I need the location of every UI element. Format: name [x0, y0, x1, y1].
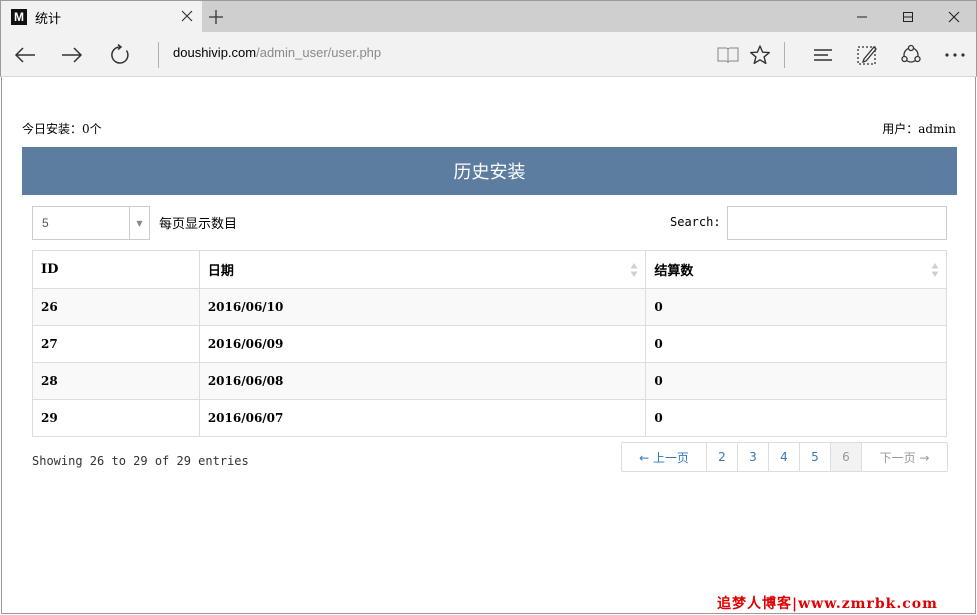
column-header-label: ID [41, 262, 59, 277]
current-user: 用户：admin [882, 120, 956, 137]
favorite-button[interactable] [746, 41, 774, 69]
search-input[interactable] [727, 206, 947, 240]
reading-view-button[interactable] [714, 41, 742, 69]
watermark: 追梦人博客|www.zmrbk.com [717, 596, 938, 612]
column-header-settlement[interactable]: 结算数 [645, 250, 947, 289]
star-icon [750, 45, 770, 65]
table-row: 26 2016/06/10 0 [32, 288, 947, 326]
cell-id: 26 [32, 288, 200, 326]
user-value: admin [918, 122, 956, 136]
page-button-5[interactable]: 5 [800, 443, 831, 471]
page-button-3[interactable]: 3 [738, 443, 769, 471]
cell-settlement: 0 [645, 288, 947, 326]
tab-title: 统计 [35, 11, 62, 27]
cell-id: 29 [32, 399, 200, 437]
today-installs: 今日安装：0个 [22, 120, 102, 137]
cell-date: 2016/06/07 [198, 399, 647, 437]
refresh-icon [111, 44, 129, 64]
minimize-window-icon [857, 16, 867, 18]
cell-settlement: 0 [645, 399, 947, 437]
maximize-window-button[interactable] [885, 1, 931, 33]
share-button[interactable] [897, 41, 925, 69]
pagination: ← 上一页 2 3 4 5 6 下一页 → [621, 442, 948, 472]
share-icon [901, 44, 921, 63]
cell-id: 27 [32, 325, 200, 363]
page-length-select[interactable]: 5 ▼ [32, 206, 150, 240]
column-header-label: 日期 [207, 264, 234, 279]
hub-lines-icon [814, 49, 832, 61]
cell-date: 2016/06/09 [198, 325, 647, 363]
close-window-button[interactable] [931, 1, 977, 33]
column-header-date[interactable]: 日期 [198, 250, 647, 289]
sort-icon [931, 263, 939, 277]
forward-button[interactable] [58, 41, 86, 69]
column-header-label: 结算数 [654, 264, 694, 279]
history-table: ID 日期 结算数 26 2016/06/10 0 27 2016/06/09 … [32, 250, 947, 437]
chevron-down-icon: ▼ [129, 207, 149, 239]
page-button-4[interactable]: 4 [769, 443, 800, 471]
close-tab-icon[interactable] [180, 9, 194, 23]
page-length-value: 5 [42, 216, 49, 230]
arrow-right-icon [62, 47, 83, 63]
arrow-left-icon [14, 47, 35, 63]
today-label: 今日安装： [22, 122, 83, 136]
table-row: 29 2016/06/07 0 [32, 399, 947, 437]
panel-title: 历史安装 [22, 147, 957, 195]
table-row: 28 2016/06/08 0 [32, 362, 947, 400]
table-header-row: ID 日期 结算数 [32, 250, 947, 289]
sort-icon [630, 263, 638, 277]
web-note-icon [857, 46, 877, 65]
minimize-window-button[interactable] [839, 1, 885, 33]
toolbar-separator [784, 42, 785, 68]
tab-favicon-icon: M [11, 9, 27, 25]
cell-id: 28 [32, 362, 200, 400]
url-host: doushivip.com [173, 45, 257, 60]
url-path: /admin_user/user.php [256, 45, 382, 60]
cell-settlement: 0 [645, 325, 947, 363]
book-icon [717, 47, 739, 64]
browser-tab[interactable]: M 统计 [1, 1, 202, 33]
title-bar: M 统计 [0, 0, 977, 33]
next-page-button[interactable]: 下一页 → [862, 443, 947, 471]
address-bar: doushivip.com/admin_user/user.php [0, 32, 977, 77]
more-dots-icon [945, 53, 965, 57]
url-field[interactable]: doushivip.com/admin_user/user.php [173, 45, 381, 60]
web-note-button[interactable] [853, 41, 881, 69]
cell-date: 2016/06/10 [198, 288, 647, 326]
prev-page-button[interactable]: ← 上一页 [622, 443, 707, 471]
maximize-icon [903, 12, 913, 22]
today-value: 0个 [82, 122, 102, 136]
refresh-button[interactable] [106, 41, 134, 69]
url-separator [158, 42, 159, 68]
close-window-icon [948, 11, 960, 23]
table-row: 27 2016/06/09 0 [32, 325, 947, 363]
cell-settlement: 0 [645, 362, 947, 400]
table-info: Showing 26 to 29 of 29 entries [32, 454, 249, 468]
hub-button[interactable] [809, 41, 837, 69]
back-button[interactable] [11, 41, 39, 69]
column-header-id[interactable]: ID [32, 250, 200, 289]
new-tab-icon[interactable] [208, 9, 224, 25]
page-content: 今日安装：0个 用户：admin 历史安装 5 ▼ 每页显示数目 Search:… [1, 77, 976, 614]
more-button[interactable] [941, 41, 969, 69]
user-label: 用户： [882, 122, 919, 136]
search-label: Search: [670, 215, 721, 229]
page-button-2[interactable]: 2 [707, 443, 738, 471]
cell-date: 2016/06/08 [198, 362, 647, 400]
page-length-label: 每页显示数目 [159, 217, 238, 232]
page-button-6-active[interactable]: 6 [831, 443, 862, 471]
